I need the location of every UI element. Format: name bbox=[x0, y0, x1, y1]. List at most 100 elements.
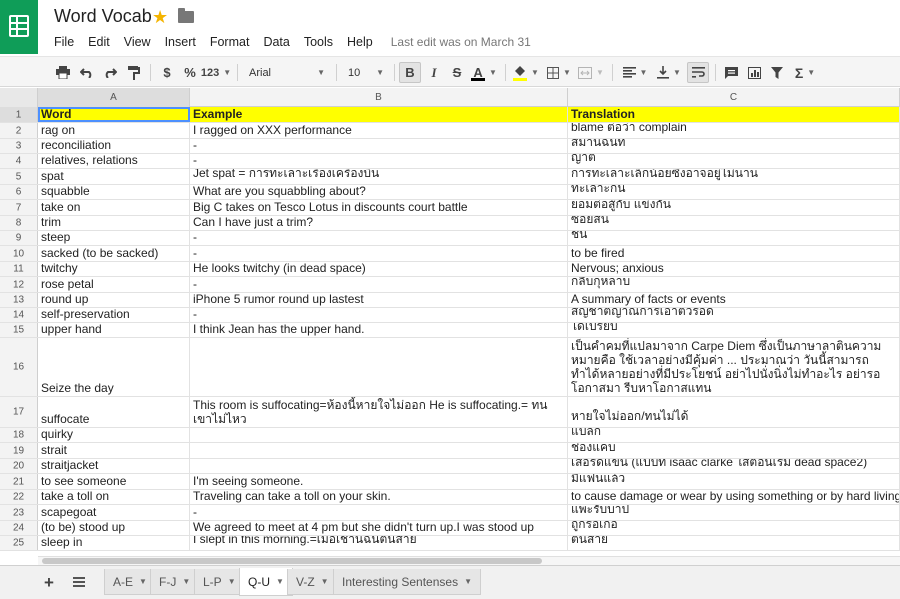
cell-c[interactable]: Nervous; anxious bbox=[568, 262, 900, 276]
row-header[interactable]: 3 bbox=[0, 139, 38, 153]
row-header[interactable]: 16 bbox=[0, 338, 38, 396]
bold-button[interactable]: B bbox=[399, 62, 421, 83]
cell-a[interactable]: (to be) stood up bbox=[38, 521, 190, 535]
cell-a[interactable]: spat bbox=[38, 169, 190, 184]
cell-b[interactable]: I slept in this morning.=เมื่อเช้านี้ฉัน… bbox=[190, 536, 568, 550]
cell-b[interactable]: - bbox=[190, 246, 568, 261]
cell-c[interactable]: to be fired bbox=[568, 246, 900, 261]
cell-b[interactable] bbox=[190, 428, 568, 442]
menu-tools[interactable]: Tools bbox=[304, 35, 333, 49]
cell-b[interactable]: This room is suffocating=ห้องนี้หายใจไม่… bbox=[190, 397, 568, 427]
sheet-tab-v-z[interactable]: V-Z ▼ bbox=[287, 569, 338, 595]
cell-a[interactable]: twitchy bbox=[38, 262, 190, 276]
cell-a[interactable]: take a toll on bbox=[38, 490, 190, 504]
cell-a[interactable]: take on bbox=[38, 200, 190, 215]
row-header[interactable]: 2 bbox=[0, 123, 38, 138]
cell-b[interactable]: Can I have just a trim? bbox=[190, 216, 568, 230]
cell-b[interactable]: - bbox=[190, 139, 568, 153]
cell-c[interactable]: ยอมต่อสู้กับ แข่งกัน bbox=[568, 200, 900, 215]
cell-b[interactable]: Big C takes on Tesco Lotus in discounts … bbox=[190, 200, 568, 215]
italic-button[interactable]: I bbox=[423, 62, 445, 83]
cell-b[interactable]: Jet spat = การทะเลาะเรื่องเครื่องบิน bbox=[190, 169, 568, 184]
cell-b[interactable]: I'm seeing someone. bbox=[190, 474, 568, 489]
row-header[interactable]: 23 bbox=[0, 505, 38, 520]
merge-cells-dropdown[interactable]: ▼ bbox=[576, 62, 606, 83]
cell-b[interactable]: iPhone 5 rumor round up lastest bbox=[190, 293, 568, 307]
cell-c[interactable]: blame ต่อว่า complain bbox=[568, 123, 900, 138]
percent-format-button[interactable]: % bbox=[179, 62, 201, 83]
cell-c[interactable]: to cause damage or wear by using somethi… bbox=[568, 490, 900, 504]
cell-a[interactable]: sacked (to be sacked) bbox=[38, 246, 190, 261]
cell-a[interactable]: suffocate bbox=[38, 397, 190, 427]
cell-b[interactable]: - bbox=[190, 231, 568, 245]
insert-chart-icon[interactable] bbox=[743, 62, 765, 83]
menu-insert[interactable]: Insert bbox=[165, 35, 196, 49]
row-header[interactable]: 21 bbox=[0, 474, 38, 489]
cell-a[interactable]: trim bbox=[38, 216, 190, 230]
redo-icon[interactable] bbox=[99, 62, 121, 83]
cell-c[interactable]: เป็นคำคมที่แปลมาจาก Carpe Diem ซึ่งเป็นภ… bbox=[568, 338, 900, 396]
select-all-corner[interactable] bbox=[0, 88, 38, 107]
cell-b[interactable]: He looks twitchy (in dead space) bbox=[190, 262, 568, 276]
horizontal-align-dropdown[interactable]: ▼ bbox=[620, 62, 650, 83]
font-size-dropdown[interactable]: 10 ▼ bbox=[344, 62, 388, 83]
row-header[interactable]: 8 bbox=[0, 216, 38, 230]
cell-b[interactable]: What are you squabbling about? bbox=[190, 185, 568, 199]
row-header[interactable]: 5 bbox=[0, 169, 38, 184]
column-header-a[interactable]: A bbox=[38, 88, 190, 107]
row-header[interactable]: 17 bbox=[0, 397, 38, 427]
cell-c[interactable]: ตื่นสาย bbox=[568, 536, 900, 550]
sheet-tab-l-p[interactable]: L-P ▼ bbox=[194, 569, 245, 595]
cell-c[interactable]: กลีบกุหลาบ bbox=[568, 277, 900, 292]
row-header[interactable]: 9 bbox=[0, 231, 38, 245]
cell-a[interactable]: steep bbox=[38, 231, 190, 245]
cell-b[interactable]: - bbox=[190, 277, 568, 292]
row-header[interactable]: 11 bbox=[0, 262, 38, 276]
cell-c[interactable]: มีแฟนแล้ว bbox=[568, 474, 900, 489]
cell-b[interactable]: We agreed to meet at 4 pm but she didn't… bbox=[190, 521, 568, 535]
cell-b[interactable] bbox=[190, 443, 568, 458]
cell-a[interactable]: upper hand bbox=[38, 323, 190, 337]
cell-a[interactable]: Word bbox=[38, 107, 190, 122]
row-header[interactable]: 14 bbox=[0, 308, 38, 322]
all-sheets-icon[interactable] bbox=[73, 577, 85, 587]
row-header[interactable]: 15 bbox=[0, 323, 38, 337]
cell-c[interactable]: สัญชาตญาณการเอาตัวรอด bbox=[568, 308, 900, 322]
sheet-tab-a-e[interactable]: A-E ▼ bbox=[104, 569, 156, 595]
horizontal-scrollbar[interactable] bbox=[38, 556, 900, 565]
cell-b[interactable] bbox=[190, 459, 568, 473]
row-header[interactable]: 6 bbox=[0, 185, 38, 199]
cell-a[interactable]: self-preservation bbox=[38, 308, 190, 322]
row-header[interactable]: 24 bbox=[0, 521, 38, 535]
cell-b[interactable]: I think Jean has the upper hand. bbox=[190, 323, 568, 337]
cell-a[interactable]: squabble bbox=[38, 185, 190, 199]
menu-edit[interactable]: Edit bbox=[88, 35, 110, 49]
text-color-dropdown[interactable]: A ▼ bbox=[469, 62, 499, 83]
cell-a[interactable]: scapegoat bbox=[38, 505, 190, 520]
cell-c[interactable]: การทะเลาะเล็กน้อยซึ่งอาจอยู่ไม่นาน bbox=[568, 169, 900, 184]
add-sheet-icon[interactable]: + bbox=[44, 573, 54, 593]
cell-c[interactable]: ญาติ bbox=[568, 154, 900, 168]
cell-c[interactable]: สมานฉันท์ bbox=[568, 139, 900, 153]
row-header[interactable]: 4 bbox=[0, 154, 38, 168]
sheet-tab-q-u[interactable]: Q-U ▼ bbox=[239, 568, 293, 596]
print-icon[interactable] bbox=[52, 62, 74, 83]
star-icon[interactable]: ★ bbox=[152, 6, 168, 28]
cell-c[interactable]: Translation bbox=[568, 107, 900, 122]
insert-comment-icon[interactable] bbox=[720, 62, 742, 83]
cell-a[interactable]: straitjacket bbox=[38, 459, 190, 473]
cell-a[interactable]: Seize the day bbox=[38, 338, 190, 396]
borders-dropdown[interactable]: ▼ bbox=[545, 62, 573, 83]
cell-a[interactable]: relatives, relations bbox=[38, 154, 190, 168]
row-header[interactable]: 20 bbox=[0, 459, 38, 473]
row-header[interactable]: 1 bbox=[0, 107, 38, 122]
sheets-logo-icon[interactable] bbox=[0, 0, 38, 54]
cell-c[interactable]: ทะเลาะกัน bbox=[568, 185, 900, 199]
cell-c[interactable]: แพะรับบาป bbox=[568, 505, 900, 520]
cell-c[interactable]: ได้เปรียบ bbox=[568, 323, 900, 337]
cell-c[interactable]: A summary of facts or events bbox=[568, 293, 900, 307]
cell-c[interactable]: ชัน bbox=[568, 231, 900, 245]
row-header[interactable]: 10 bbox=[0, 246, 38, 261]
cell-c[interactable]: ช่องแคบ bbox=[568, 443, 900, 458]
cell-b[interactable] bbox=[190, 338, 568, 396]
